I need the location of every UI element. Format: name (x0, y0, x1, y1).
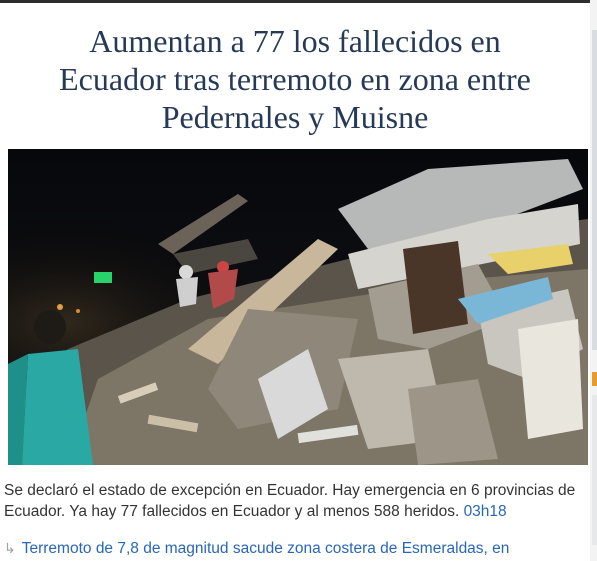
adjacent-accent-edge (592, 372, 597, 386)
article-photo[interactable] (8, 149, 588, 465)
earthquake-rubble-image (8, 149, 588, 465)
adjacent-column-edge (590, 0, 597, 561)
headline-line-2: Ecuador tras terremoto en zona entre (59, 61, 531, 97)
headline-line-3: Pedernales y Muisne (161, 99, 429, 135)
top-divider (0, 0, 590, 3)
article-caption: Se declaró el estado de excepción en Ecu… (4, 480, 588, 522)
related-article-link[interactable]: Terremoto de 7,8 de magnitud sacude zona… (22, 540, 510, 557)
adjacent-image-edge (592, 30, 597, 350)
related-article[interactable]: ↳ Terremoto de 7,8 de magnitud sacude zon… (4, 536, 588, 560)
adjacent-content-edge (592, 395, 597, 545)
reply-arrow-icon: ↳ (4, 540, 16, 556)
article-headline[interactable]: Aumentan a 77 los fallecidos en Ecuador … (0, 22, 590, 136)
caption-timestamp: 03h18 (463, 503, 507, 520)
headline-line-1: Aumentan a 77 los fallecidos en (89, 23, 501, 59)
